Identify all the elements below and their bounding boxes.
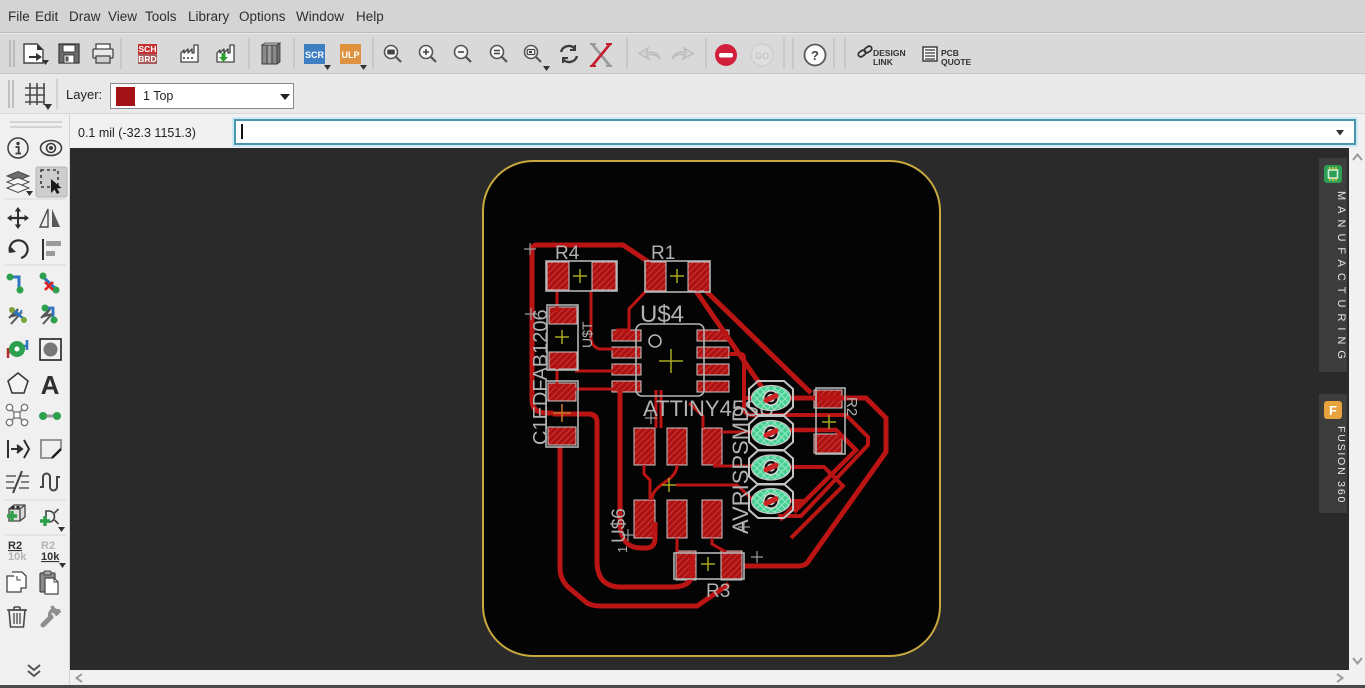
svg-text:BRD: BRD	[138, 54, 156, 64]
svg-text:R3: R3	[706, 581, 730, 602]
svg-text:GO: GO	[755, 51, 769, 61]
svg-text:R4: R4	[555, 243, 580, 264]
svg-text:ULP: ULP	[342, 50, 360, 60]
svg-text:LINK: LINK	[873, 57, 894, 67]
svg-text:A: A	[41, 370, 60, 400]
svg-text:U$4: U$4	[640, 301, 684, 328]
svg-text:C1EDFAB1206: C1EDFAB1206	[530, 309, 552, 445]
svg-text:10k: 10k	[41, 551, 60, 563]
svg-text:SCH: SCH	[139, 44, 157, 54]
svg-text:1: 1	[615, 546, 630, 553]
svg-text:U$T: U$T	[579, 321, 595, 348]
svg-text:U$6: U$6	[609, 508, 630, 543]
svg-text:?: ?	[811, 48, 819, 63]
svg-text:QUOTE: QUOTE	[941, 57, 972, 67]
svg-text:F: F	[1329, 403, 1337, 418]
svg-text:10k: 10k	[8, 551, 27, 563]
svg-text:SCR: SCR	[305, 50, 325, 60]
svg-text:R1: R1	[651, 243, 675, 264]
svg-text:R2: R2	[843, 397, 860, 416]
